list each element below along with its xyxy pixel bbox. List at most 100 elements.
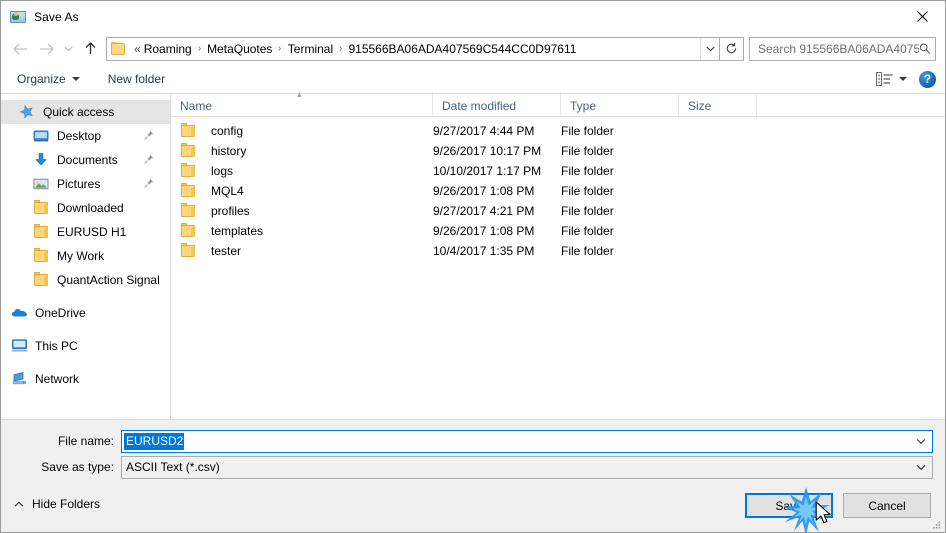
sidebar-item-quick-access[interactable]: Quick access [1,100,170,124]
sidebar-item-eurusd-h1[interactable]: EURUSD H1 [1,220,170,244]
cell-type: File folder [561,184,614,198]
navigation-pane: Quick access Desktop Documents Pictures … [1,94,171,419]
cell-date-modified: 10/4/2017 1:35 PM [433,244,535,258]
breadcrumb-separator[interactable]: › [195,43,203,54]
up-button[interactable] [77,36,103,62]
table-row[interactable]: tester 10/4/2017 1:35 PM File folder [171,241,945,261]
back-button[interactable] [7,36,33,62]
sidebar-item-onedrive[interactable]: OneDrive [1,301,170,325]
sidebar-item-label: OneDrive [35,306,86,320]
refresh-button[interactable] [720,36,744,61]
close-button[interactable] [899,1,945,32]
file-name-dropdown-button[interactable] [916,434,926,448]
chevron-down-icon [916,465,926,470]
save-button-label: Save [775,498,803,513]
sidebar-item-my-work[interactable]: My Work [1,244,170,268]
table-row[interactable]: templates 9/26/2017 1:08 PM File folder [171,221,945,241]
sort-ascending-icon: ▴ [297,89,302,99]
folder-icon [180,143,197,159]
file-rows: config 9/27/2017 4:44 PM File folder his… [171,117,945,419]
breadcrumb-separator[interactable]: › [337,43,345,54]
cell-name: tester [171,241,433,261]
table-row[interactable]: logs 10/10/2017 1:17 PM File folder [171,161,945,181]
search-input[interactable]: Search 915566BA06ADA40756... [758,42,919,56]
save-as-type-dropdown-button[interactable] [916,460,926,474]
chevron-up-icon [14,501,24,507]
column-header-date-modified[interactable]: Date modified [433,94,561,117]
organize-label: Organize [17,72,66,86]
recent-locations-button[interactable] [59,36,77,62]
table-row[interactable]: history 9/26/2017 10:17 PM File folder [171,141,945,161]
sidebar-item-label: Quick access [43,105,115,119]
folder-icon [180,223,197,239]
column-header-type[interactable]: Type [561,94,679,117]
breadcrumb-separator[interactable]: › [276,43,284,54]
address-dropdown-button[interactable] [700,37,719,60]
search-box[interactable]: Search 915566BA06ADA40756... [749,36,936,61]
sidebar-item-desktop[interactable]: Desktop [1,124,170,148]
folder-icon [180,183,197,199]
file-name: logs [211,164,234,178]
save-button[interactable]: Save [745,493,833,518]
change-view-button[interactable] [876,72,907,86]
column-header-size[interactable]: Size [679,94,757,117]
sidebar-item-pictures[interactable]: Pictures [1,172,170,196]
column-headers: ▴ Name Date modified Type Size [171,90,945,117]
chevron-down-icon [705,46,715,51]
cell-size [679,161,757,181]
column-header-label: Date modified [442,98,517,113]
breadcrumb-item-0[interactable]: Roaming [141,40,195,58]
dialog-buttons: Save Cancel [745,493,931,518]
resize-grip-icon[interactable] [930,518,942,530]
forward-button[interactable] [33,36,59,62]
cell-name: config [171,121,433,141]
breadcrumb-overflow[interactable]: « [131,40,141,58]
close-icon [916,11,928,22]
cell-name: profiles [171,201,433,221]
cell-date-modified: 9/27/2017 4:44 PM [433,124,535,138]
column-header-label: Size [688,98,712,113]
folder-icon [180,123,197,139]
sidebar-item-quantaction-signal[interactable]: QuantAction Signal [1,268,170,292]
sidebar-item-label: My Work [57,249,105,263]
column-header-label: Type [570,98,597,113]
sidebar-item-downloaded[interactable]: Downloaded [1,196,170,220]
help-button[interactable]: ? [919,70,936,88]
sidebar-item-label: Documents [57,153,118,167]
table-row[interactable]: config 9/27/2017 4:44 PM File folder [171,121,945,141]
refresh-icon [726,42,737,54]
folder-icon [33,272,50,288]
save-as-dialog: Save As « Roaming › MetaQuotes › Termina… [0,0,946,533]
file-name-input[interactable]: EURUSD2 [121,429,933,453]
sidebar-item-network[interactable]: Network [1,367,170,391]
sidebar-item-documents[interactable]: Documents [1,148,170,172]
organize-button[interactable]: Organize [15,70,82,88]
cell-size [679,201,757,221]
forward-arrow-icon [39,43,54,54]
save-as-type-select[interactable]: ASCII Text (*.csv) [121,455,933,479]
new-folder-button[interactable]: New folder [106,70,167,88]
quick-access-star-icon [19,104,36,120]
pin-icon[interactable] [144,153,154,167]
sidebar-item-this-pc[interactable]: This PC [1,334,170,358]
cell-date-modified: 10/10/2017 1:17 PM [433,164,542,178]
cancel-button[interactable]: Cancel [843,493,931,518]
desktop-icon [33,128,50,144]
sidebar-item-label: Pictures [57,177,101,191]
file-name: profiles [211,204,250,218]
breadcrumb-item-2[interactable]: Terminal [285,40,336,58]
table-row[interactable]: MQL4 9/26/2017 1:08 PM File folder [171,181,945,201]
chevron-down-icon [916,439,926,444]
sidebar-item-label: Network [35,372,80,386]
breadcrumb-item-3[interactable]: 915566BA06ADA407569C544CC0D97611 [345,40,579,58]
column-header-name[interactable]: ▴ Name [171,90,433,117]
hide-folders-button[interactable]: Hide Folders [14,497,100,511]
recent-locations-chevron-icon [63,46,73,51]
breadcrumb-item-1[interactable]: MetaQuotes [204,40,275,58]
address-bar[interactable]: « Roaming › MetaQuotes › Terminal › 9155… [106,36,720,61]
pin-icon[interactable] [144,129,154,143]
table-row[interactable]: profiles 9/27/2017 4:21 PM File folder [171,201,945,221]
new-folder-label: New folder [107,72,166,86]
search-icon [920,43,931,54]
pin-icon[interactable] [144,177,154,191]
